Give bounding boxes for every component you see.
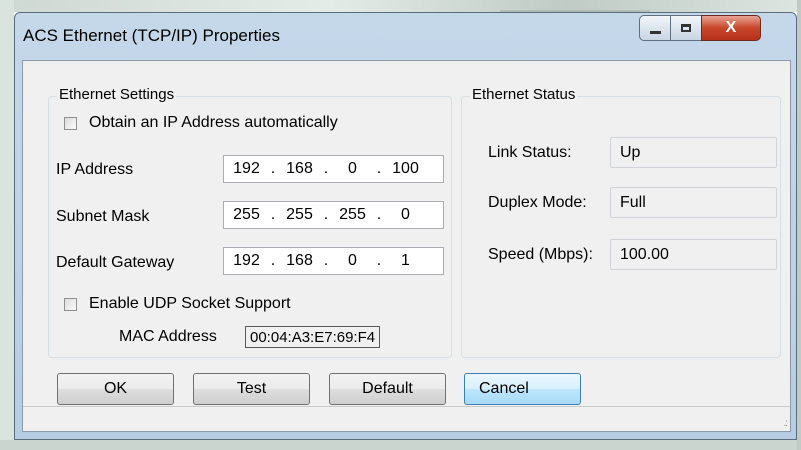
gateway-octet[interactable]: 1 xyxy=(383,252,428,270)
ip-octet[interactable]: 100 xyxy=(383,160,428,178)
ip-address-label: IP Address xyxy=(56,161,134,178)
subnet-octet[interactable]: 255 xyxy=(277,206,322,224)
background-bottom-edge xyxy=(0,440,801,450)
background-window-edge xyxy=(14,0,801,12)
default-button[interactable]: Default xyxy=(329,373,446,405)
ip-octet[interactable]: 168 xyxy=(277,160,322,178)
speed-label: Speed (Mbps): xyxy=(488,246,593,263)
background-right-edge xyxy=(797,0,801,450)
status-bar: .: xyxy=(23,406,790,431)
close-icon: X xyxy=(725,19,737,36)
auto-ip-checkbox[interactable] xyxy=(64,116,77,130)
resize-grip-icon[interactable]: .: xyxy=(783,418,787,429)
udp-label: Enable UDP Socket Support xyxy=(89,295,291,312)
ethernet-settings-group: Ethernet Settings Obtain an IP Address a… xyxy=(48,86,452,358)
link-status-label: Link Status: xyxy=(488,144,572,161)
background-desktop xyxy=(0,0,14,450)
minimize-icon xyxy=(649,30,661,34)
udp-checkbox-row[interactable]: Enable UDP Socket Support xyxy=(64,295,291,313)
ok-button[interactable]: OK xyxy=(57,373,174,405)
udp-checkbox[interactable] xyxy=(64,297,77,311)
auto-ip-label: Obtain an IP Address automatically xyxy=(89,114,338,131)
gateway-octet[interactable]: 0 xyxy=(330,252,375,270)
duplex-mode-label: Duplex Mode: xyxy=(488,194,587,211)
window-title: ACS Ethernet (TCP/IP) Properties xyxy=(23,26,280,45)
gateway-octet[interactable]: 192 xyxy=(224,252,269,270)
maximize-button[interactable] xyxy=(670,15,702,41)
subnet-mask-field[interactable]: 255. 255. 255. 0 xyxy=(223,201,444,229)
auto-ip-checkbox-row[interactable]: Obtain an IP Address automatically xyxy=(64,114,338,132)
maximize-icon xyxy=(681,24,691,32)
subnet-octet[interactable]: 255 xyxy=(224,206,269,224)
link-status-value: Up xyxy=(610,137,777,168)
gateway-octet[interactable]: 168 xyxy=(277,252,322,270)
subnet-mask-label: Subnet Mask xyxy=(56,208,150,225)
default-gateway-label: Default Gateway xyxy=(56,254,175,271)
ip-address-field[interactable]: 192. 168. 0. 100 xyxy=(223,155,444,183)
cancel-button[interactable]: Cancel xyxy=(464,373,581,405)
speed-value: 100.00 xyxy=(610,239,777,270)
ethernet-status-legend: Ethernet Status xyxy=(470,86,578,103)
ip-octet[interactable]: 192 xyxy=(224,160,269,178)
test-button[interactable]: Test xyxy=(193,373,310,405)
dialog-client-area: Ethernet Settings Obtain an IP Address a… xyxy=(22,60,791,432)
mac-address-label: MAC Address xyxy=(119,328,217,345)
ip-octet[interactable]: 0 xyxy=(330,160,375,178)
subnet-octet[interactable]: 255 xyxy=(330,206,375,224)
subnet-octet[interactable]: 0 xyxy=(383,206,428,224)
minimize-button[interactable] xyxy=(639,15,671,41)
ethernet-status-group: Ethernet Status Link Status: Up Duplex M… xyxy=(461,86,781,358)
duplex-mode-value: Full xyxy=(610,187,777,218)
ethernet-settings-legend: Ethernet Settings xyxy=(57,86,177,103)
mac-address-value: 00:04:A3:E7:69:F4 xyxy=(245,326,381,348)
properties-dialog: ACS Ethernet (TCP/IP) Properties X Ether… xyxy=(14,12,797,440)
default-gateway-field[interactable]: 192. 168. 0. 1 xyxy=(223,247,444,275)
close-button[interactable]: X xyxy=(701,15,761,41)
title-bar[interactable]: ACS Ethernet (TCP/IP) Properties X xyxy=(15,13,796,61)
